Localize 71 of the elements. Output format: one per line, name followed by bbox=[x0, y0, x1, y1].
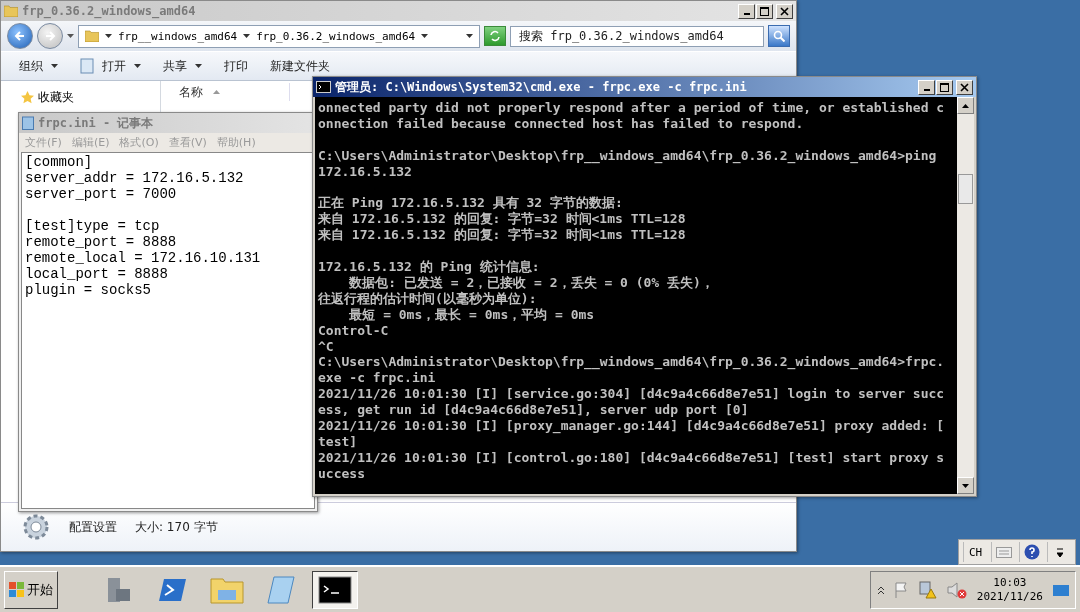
language-button[interactable]: CH bbox=[963, 542, 987, 562]
caret-icon bbox=[243, 34, 251, 38]
terminal-icon bbox=[159, 576, 187, 603]
toolbar-button[interactable]: 组织 bbox=[11, 54, 66, 78]
arrow-left-icon bbox=[14, 30, 26, 42]
scroll-up-button[interactable] bbox=[957, 97, 974, 114]
search-button[interactable] bbox=[768, 25, 790, 47]
favorites-item[interactable]: 收藏夹 bbox=[21, 89, 160, 106]
toolbar-button[interactable]: 打开 bbox=[72, 54, 149, 78]
file-size-label: 大小: 170 字节 bbox=[135, 518, 218, 536]
keyboard-icon bbox=[995, 546, 1012, 558]
folder-icon bbox=[210, 575, 244, 604]
document-icon bbox=[80, 58, 94, 74]
speaker-muted-icon[interactable] bbox=[946, 580, 967, 599]
console-icon bbox=[316, 81, 331, 93]
breadcrumb-item[interactable]: frp__windows_amd64 bbox=[118, 29, 238, 43]
toolbar-button[interactable]: 新建文件夹 bbox=[262, 54, 338, 78]
toolbar-button[interactable]: 共享 bbox=[155, 54, 210, 78]
arrow-down-icon bbox=[962, 483, 969, 488]
maximize-button[interactable] bbox=[756, 3, 773, 19]
show-desktop-icon[interactable] bbox=[1053, 582, 1069, 597]
search-field[interactable]: 搜索 frp_0.36.2_windows_amd64 bbox=[510, 25, 764, 47]
close-button[interactable] bbox=[776, 3, 793, 19]
folder-icon bbox=[4, 5, 18, 17]
toolbar-button[interactable]: 打印 bbox=[216, 54, 256, 78]
window-title: frpc.ini - 记事本 bbox=[38, 114, 155, 132]
caret-icon bbox=[421, 34, 429, 38]
search-icon bbox=[773, 30, 785, 42]
taskbar-app-button[interactable] bbox=[312, 570, 358, 609]
arrow-right-icon bbox=[44, 30, 56, 42]
refresh-button[interactable] bbox=[484, 26, 506, 46]
minimize-button[interactable] bbox=[738, 3, 755, 19]
back-button[interactable] bbox=[7, 23, 33, 49]
start-button[interactable]: 开始 bbox=[4, 570, 58, 609]
text-editor[interactable]: [common] server_addr = 172.16.5.132 server_port = 7000 [test]type = tcp remote_port = 8888 remote_local = 172.16.10.131 local_port = 8888 plugin = socks5 bbox=[21, 152, 315, 509]
close-icon bbox=[780, 6, 789, 16]
folder-icon bbox=[85, 30, 99, 42]
column-header[interactable]: 名称 bbox=[173, 83, 290, 101]
forward-button[interactable] bbox=[37, 23, 63, 49]
caret-icon bbox=[105, 34, 112, 38]
sort-arrow-icon bbox=[213, 90, 220, 94]
refresh-icon bbox=[489, 30, 501, 42]
maximize-button[interactable] bbox=[936, 79, 953, 95]
caret-icon bbox=[134, 64, 141, 68]
gear-icon bbox=[21, 512, 51, 542]
maximize-icon bbox=[760, 6, 769, 16]
windows-logo-icon bbox=[9, 581, 25, 598]
maximize-icon bbox=[940, 82, 949, 92]
address-bar[interactable]: frp__windows_amd64 frp_0.36.2_windows_amd64 bbox=[78, 24, 480, 48]
caret-icon bbox=[51, 64, 58, 68]
file-type-label: 配置设置 bbox=[69, 518, 117, 536]
breadcrumb-item[interactable]: frp_0.36.2_windows_amd64 bbox=[256, 29, 416, 43]
window-title: frp_0.36.2_windows_amd64 bbox=[22, 4, 197, 18]
console-output: onnected party did not properly respond after a period of time, or established c onnection failed because connected host has failed to respond. C:\Users\Administrator\Desktop\frp__windows_amd64\frp_0.36.2_windows_amd64>ping 172.16.5.132 正在 Ping 172.16.5.132 具有 32 字节的数据: 来自 172.16.5.132 的回复: 字节=32 时间<1ms TTL=128 来自 172.16.5.132 的回复: 字节=32 时间<1ms TTL=128 172.16.5.132 的 Ping 统计信息: 数据包: 已发送 = 2，已接收 = 2，丢失 = 0 (0% 丢失)， 往返行程的估计时间(以毫秒为单位): 最短 = 0ms，最长 = 0ms，平均 = 0ms Control-C ^C C:\Users\Administrator\Desktop\frp__windows_amd64\frp_0.36.2_windows_amd64>frpc. exe -c frpc.ini 2021/11/26 10:01:30 [I] [service.go:304] [d4c9a4c66d8e7e51] login to server succ ess, get run id [d4c9a4c66d8e7e51], server udp port [0] 2021/11/26 10:01:30 [I] [proxy_manager.go:144] [d4c9a4c66d8e7e51] proxy added: [ test] 2021/11/26 10:01:30 [I] [control.go:180] [d4c9a4c66d8e7e51] [test] start proxy s uccess bbox=[317, 99, 946, 483]
caret-icon bbox=[1056, 546, 1063, 558]
minimize-button[interactable] bbox=[918, 79, 935, 95]
notepad-icon bbox=[266, 574, 296, 605]
console-icon bbox=[318, 575, 352, 604]
window-title: 管理员: C:\Windows\System32\cmd.exe - frpc.exe -c frpc.ini bbox=[335, 78, 748, 96]
scrollbar-thumb[interactable] bbox=[958, 174, 973, 204]
notepad-icon bbox=[22, 116, 34, 130]
caret-icon bbox=[67, 34, 74, 38]
help-icon bbox=[1023, 544, 1040, 560]
arrow-up-icon bbox=[962, 103, 969, 108]
scroll-down-button[interactable] bbox=[957, 477, 974, 494]
caret-icon bbox=[195, 64, 202, 68]
close-button[interactable] bbox=[956, 79, 973, 95]
star-icon bbox=[21, 91, 34, 104]
caret-icon bbox=[466, 34, 473, 38]
chevron-up-icon[interactable] bbox=[876, 585, 885, 594]
close-icon bbox=[960, 82, 969, 92]
